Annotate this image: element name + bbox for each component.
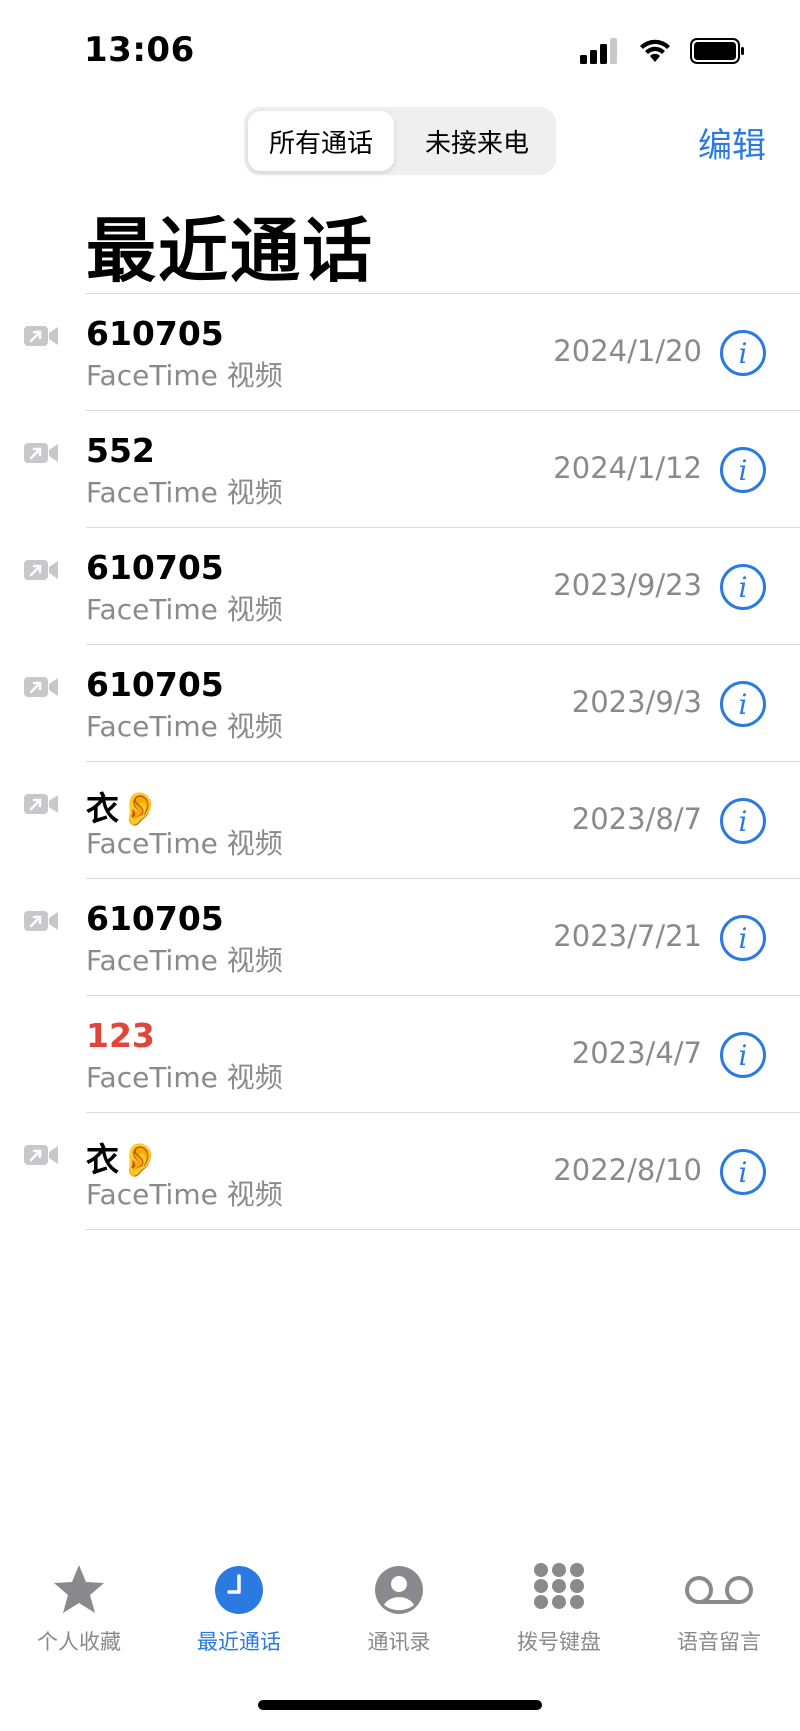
call-date: 2022/8/10 [553, 1153, 702, 1187]
call-date: 2023/7/21 [553, 919, 702, 953]
outgoing-video-icon [24, 441, 60, 469]
caller-name: 123 [86, 1016, 155, 1055]
clock-icon [169, 1560, 309, 1620]
caller-name: 610705 [86, 548, 224, 587]
caller-name: 610705 [86, 899, 224, 938]
call-date: 2023/9/23 [553, 568, 702, 602]
call-row[interactable]: 610705 FaceTime 视频 2023/9/3 i [24, 645, 800, 762]
info-icon[interactable]: i [720, 447, 766, 493]
status-bar: 13:06 [0, 0, 800, 100]
signal-icon [580, 38, 617, 64]
tab-label: 拨号键盘 [517, 1630, 601, 1654]
info-icon[interactable]: i [720, 1149, 766, 1195]
outgoing-video-icon [24, 1143, 60, 1171]
status-icons [580, 38, 746, 64]
tab-favorites[interactable]: 个人收藏 [9, 1560, 149, 1656]
call-date: 2024/1/20 [553, 334, 702, 368]
call-type: FaceTime 视频 [86, 476, 283, 509]
call-row[interactable]: 552 FaceTime 视频 2024/1/12 i [24, 411, 800, 528]
wifi-icon [640, 39, 670, 62]
edit-button[interactable]: 编辑 [698, 118, 766, 167]
call-row[interactable]: 610705 FaceTime 视频 2023/7/21 i [24, 879, 800, 996]
call-row[interactable]: 610705 FaceTime 视频 2023/9/23 i [24, 528, 800, 645]
outgoing-video-icon [24, 324, 60, 352]
call-type: FaceTime 视频 [86, 827, 283, 860]
battery-icon [690, 38, 744, 64]
call-type: FaceTime 视频 [86, 1061, 283, 1094]
tab-label: 语音留言 [677, 1630, 761, 1654]
caller-name: 610705 [86, 665, 224, 704]
call-type: FaceTime 视频 [86, 710, 283, 743]
caller-name: 610705 [86, 314, 224, 353]
call-type: FaceTime 视频 [86, 359, 283, 392]
call-row[interactable]: 610705 FaceTime 视频 2024/1/20 i [24, 293, 800, 411]
call-date: 2023/9/3 [571, 685, 702, 719]
call-type: FaceTime 视频 [86, 944, 283, 977]
person-icon [329, 1560, 469, 1620]
tab-recents[interactable]: 最近通话 [169, 1560, 309, 1656]
tab-contacts[interactable]: 通讯录 [329, 1560, 469, 1656]
info-icon[interactable]: i [720, 330, 766, 376]
call-date: 2023/8/7 [571, 802, 702, 836]
call-filter-segmented-control: 所有通话 未接来电 [244, 107, 556, 175]
status-time: 13:06 [84, 30, 195, 70]
call-row[interactable]: 衣👂 FaceTime 视频 2023/8/7 i [24, 762, 800, 879]
page-title: 最近通话 [86, 210, 374, 292]
recent-calls-list: 610705 FaceTime 视频 2024/1/20 i 552 FaceT… [0, 293, 800, 1230]
tab-keypad[interactable]: 拨号键盘 [489, 1560, 629, 1656]
outgoing-video-icon [24, 909, 60, 937]
outgoing-video-icon [24, 558, 60, 586]
tab-label: 个人收藏 [37, 1630, 121, 1654]
star-icon [9, 1560, 149, 1620]
info-icon[interactable]: i [720, 915, 766, 961]
home-indicator[interactable] [258, 1700, 542, 1710]
caller-name: 552 [86, 431, 155, 470]
info-icon[interactable]: i [720, 798, 766, 844]
outgoing-video-icon [24, 792, 60, 820]
voicemail-icon [649, 1560, 789, 1620]
call-row[interactable]: 衣👂 FaceTime 视频 2022/8/10 i [24, 1113, 800, 1230]
tab-bar: 个人收藏 最近通话 通讯录 拨号键盘 语音留言 [0, 1560, 800, 1670]
call-date: 2024/1/12 [553, 451, 702, 485]
segment-all-calls[interactable]: 所有通话 [248, 111, 394, 171]
tab-label: 最近通话 [197, 1630, 281, 1654]
keypad-icon [489, 1560, 629, 1620]
tab-label: 通讯录 [367, 1630, 431, 1654]
info-icon[interactable]: i [720, 1032, 766, 1078]
call-date: 2023/4/7 [571, 1036, 702, 1070]
call-row-missed[interactable]: 123 FaceTime 视频 2023/4/7 i [86, 996, 800, 1113]
segment-missed-calls[interactable]: 未接来电 [404, 111, 550, 171]
outgoing-video-icon [24, 675, 60, 703]
tab-voicemail[interactable]: 语音留言 [649, 1560, 789, 1656]
call-type: FaceTime 视频 [86, 1178, 283, 1211]
info-icon[interactable]: i [720, 681, 766, 727]
info-icon[interactable]: i [720, 564, 766, 610]
call-type: FaceTime 视频 [86, 593, 283, 626]
